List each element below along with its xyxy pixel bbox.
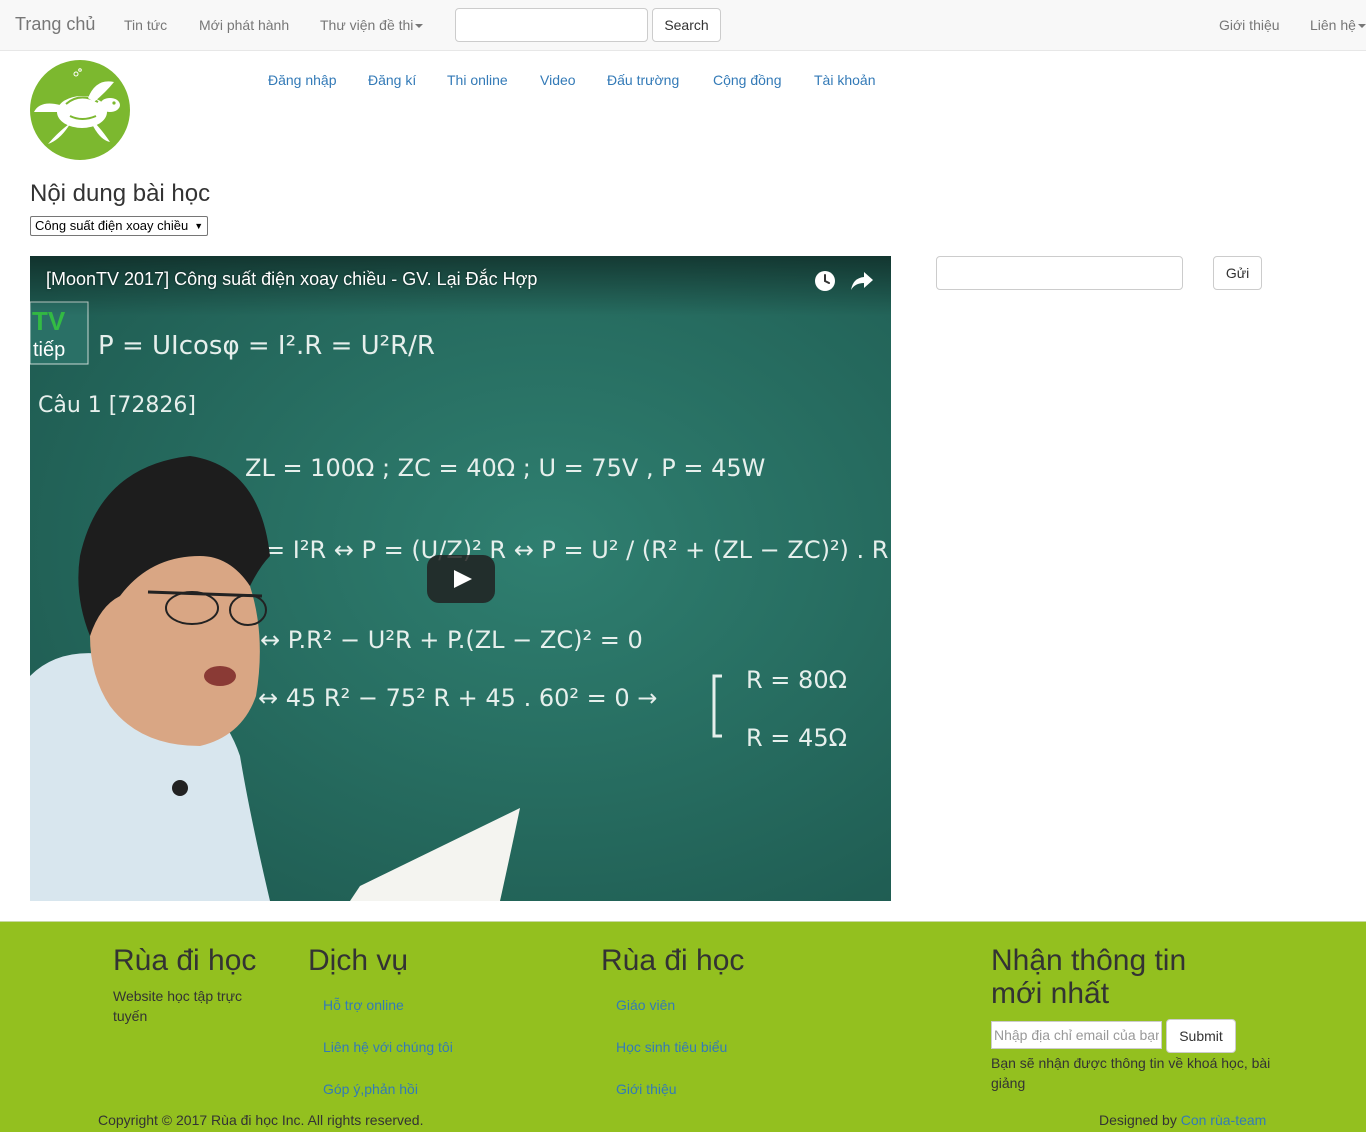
- turtle-logo-icon[interactable]: [30, 60, 130, 160]
- nav-new-release-link[interactable]: Mới phát hành: [199, 17, 289, 33]
- nav-contact-label: Liên hệ: [1310, 17, 1356, 33]
- board-line-3: ZL = 100Ω ; ZC = 40Ω ; U = 75V , P = 45W: [245, 454, 765, 482]
- board-line-7: R = 80Ω: [746, 666, 847, 694]
- footer-newsletter-heading: Nhận thông tin mới nhất: [991, 944, 1187, 1010]
- board-line-8: R = 45Ω: [746, 724, 847, 752]
- video-player[interactable]: TV tiếp P = UIcosφ = I².R = U²R/R Câu 1 …: [30, 256, 891, 901]
- board-line-5: ↔ P.R² − U²R + P.(ZL − ZC)² = 0: [260, 626, 643, 654]
- nav-exam-library-label: Thư viện đề thi: [320, 17, 414, 33]
- lesson-select-value: Công suất điện xoay chiều: [35, 218, 189, 233]
- page-title: Nội dung bài học: [30, 180, 211, 207]
- nav-news-link[interactable]: Tin tức: [124, 17, 167, 33]
- footer-about-text: Website học tập trực tuyến: [113, 988, 242, 1024]
- watch-later-icon[interactable]: [814, 270, 836, 292]
- board-line-1: P = UIcosφ = I².R = U²R/R: [98, 331, 435, 361]
- comment-input[interactable]: [936, 256, 1183, 290]
- copyright-text: Copyright © 2017 Rùa đi học Inc. All rig…: [98, 1112, 424, 1128]
- newsletter-submit-button[interactable]: Submit: [1166, 1019, 1236, 1053]
- footer-top-students-link[interactable]: Học sinh tiêu biểu: [616, 1039, 727, 1055]
- board-line-4: = I²R ↔ P = (U/Z)² R ↔ P = U² / (R² + (Z…: [265, 536, 888, 564]
- footer-about-heading: Rùa đi học: [113, 944, 257, 977]
- play-button[interactable]: [427, 555, 495, 603]
- designer-link[interactable]: Con rùa-team: [1181, 1112, 1267, 1128]
- share-icon[interactable]: [850, 270, 874, 292]
- designed-by-label: Designed by: [1099, 1112, 1177, 1128]
- caret-down-icon: [1357, 24, 1366, 29]
- newsletter-note: Bạn sẽ nhận được thông tin về khoá học, …: [991, 1055, 1271, 1091]
- video-title[interactable]: [MoonTV 2017] Công suất điện xoay chiều …: [46, 269, 537, 290]
- subnav-online-exam-link[interactable]: Thi online: [447, 72, 508, 88]
- footer-feedback-link[interactable]: Góp ý,phản hồi: [323, 1081, 418, 1097]
- subnav-community-link[interactable]: Cộng đồng: [713, 72, 782, 88]
- board-line-2: Câu 1 [72826]: [38, 393, 196, 418]
- top-navbar: Trang chủ Tin tức Mới phát hành Thư viện…: [0, 0, 1366, 51]
- chevron-down-icon: ▼: [194, 221, 204, 231]
- subnav-login-link[interactable]: Đăng nhập: [268, 72, 337, 88]
- send-comment-button[interactable]: Gửi: [1213, 256, 1262, 290]
- nav-about-link[interactable]: Giới thiệu: [1219, 17, 1280, 33]
- footer-contact-link[interactable]: Liên hệ với chúng tôi: [323, 1039, 453, 1055]
- newsletter-email-input[interactable]: [991, 1021, 1162, 1049]
- subnav-account-link[interactable]: Tài khoản: [814, 72, 875, 88]
- tv-badge-subtext: tiếp: [33, 339, 65, 361]
- nav-contact-dropdown[interactable]: Liên hệ: [1310, 17, 1366, 33]
- subnav-register-link[interactable]: Đăng kí: [368, 72, 416, 88]
- search-input[interactable]: [455, 8, 648, 42]
- designed-by-text: Designed by Con rùa-team: [1099, 1110, 1266, 1130]
- footer: Rùa đi học Website học tập trực tuyến Dị…: [0, 921, 1366, 1132]
- subnav-arena-link[interactable]: Đấu trường: [607, 72, 679, 88]
- footer-site-heading: Rùa đi học: [601, 944, 745, 977]
- footer-intro-link[interactable]: Giới thiệu: [616, 1081, 677, 1097]
- brand-home-link[interactable]: Trang chủ: [15, 14, 95, 35]
- footer-teachers-link[interactable]: Giáo viên: [616, 997, 675, 1013]
- footer-support-link[interactable]: Hỗ trợ online: [323, 997, 404, 1013]
- footer-services-heading: Dịch vụ: [308, 944, 409, 977]
- caret-down-icon: [415, 24, 424, 29]
- subnav-video-link[interactable]: Video: [540, 72, 576, 88]
- nav-exam-library-dropdown[interactable]: Thư viện đề thi: [320, 17, 424, 33]
- lesson-select[interactable]: Công suất điện xoay chiều ▼: [30, 216, 209, 236]
- board-line-6: ↔ 45 R² − 75² R + 45 . 60² = 0 →: [258, 684, 657, 712]
- search-button[interactable]: Search: [652, 8, 721, 42]
